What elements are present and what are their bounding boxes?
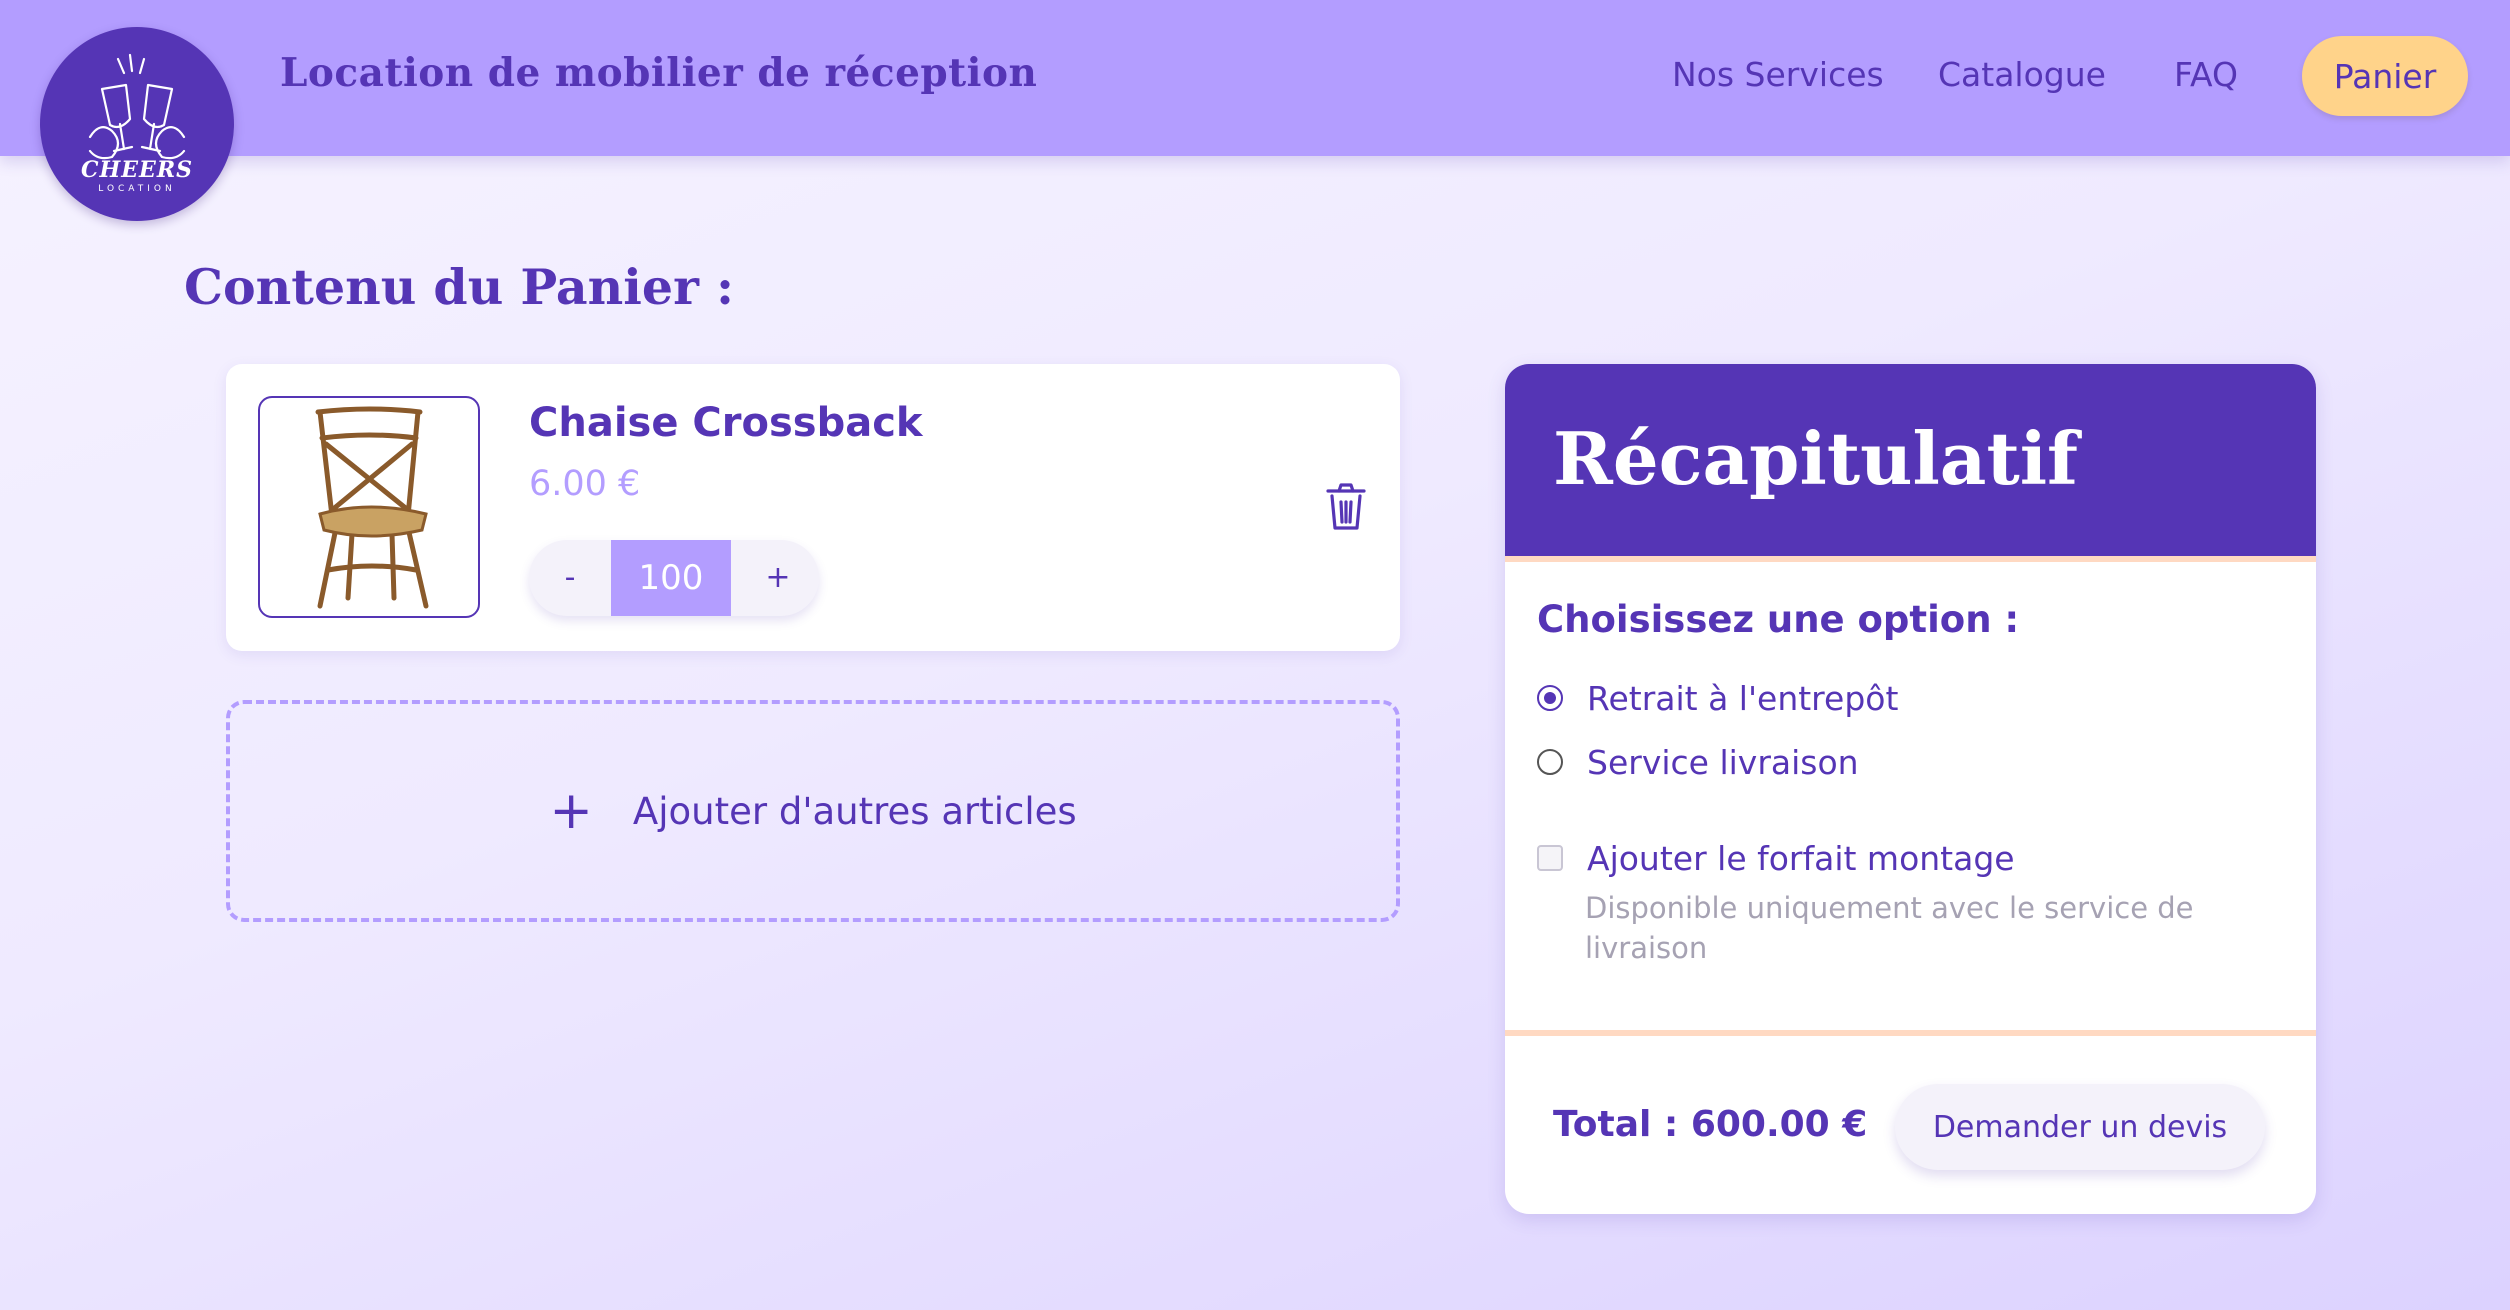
- summary-header: Récapitulatif: [1505, 364, 2316, 556]
- cart-item-card: Chaise Crossback 6.00 € - 100 +: [226, 364, 1400, 651]
- assembly-label: Ajouter le forfait montage: [1587, 838, 2015, 878]
- nav-faq-link[interactable]: FAQ: [2174, 55, 2238, 94]
- quantity-stepper: - 100 +: [529, 540, 819, 616]
- add-more-label: Ajouter d'autres articles: [632, 789, 1077, 833]
- summary-divider-bottom: [1505, 1030, 2316, 1036]
- cheers-logo[interactable]: CHEERS LOCATION: [40, 27, 234, 221]
- increase-quantity-button[interactable]: +: [737, 540, 819, 616]
- site-title: Location de mobilier de réception: [280, 50, 1038, 96]
- nav-services-link[interactable]: Nos Services: [1672, 55, 1884, 94]
- pickup-radio[interactable]: [1537, 685, 1563, 711]
- plus-icon: +: [549, 781, 593, 841]
- delivery-radio[interactable]: [1537, 749, 1563, 775]
- assembly-checkbox[interactable]: [1537, 845, 1563, 871]
- delivery-label: Service livraison: [1587, 742, 1859, 782]
- option-title: Choisissez une option :: [1537, 598, 2020, 641]
- item-thumbnail[interactable]: [258, 396, 480, 618]
- item-name: Chaise Crossback: [529, 400, 923, 446]
- trash-icon[interactable]: [1324, 482, 1368, 532]
- summary-panel: Récapitulatif Choisissez une option : Re…: [1505, 364, 2316, 1214]
- nav-catalogue-link[interactable]: Catalogue: [1938, 55, 2106, 94]
- order-total: Total : 600.00 €: [1553, 1104, 1868, 1145]
- chair-image: [315, 406, 429, 609]
- assembly-option[interactable]: Ajouter le forfait montage: [1537, 838, 2015, 878]
- logo-subtitle: LOCATION: [98, 184, 176, 194]
- logo-wordmark: CHEERS: [80, 157, 193, 183]
- cart-button[interactable]: Panier: [2302, 36, 2468, 116]
- cart-section-title: Contenu du Panier :: [184, 258, 735, 316]
- decrease-quantity-button[interactable]: -: [529, 540, 611, 616]
- quantity-value[interactable]: 100: [611, 540, 731, 616]
- request-quote-button[interactable]: Demander un devis: [1895, 1084, 2265, 1170]
- assembly-note: Disponible uniquement avec le service de…: [1585, 891, 2194, 965]
- summary-title: Récapitulatif: [1553, 416, 2079, 501]
- pickup-option[interactable]: Retrait à l'entrepôt: [1537, 678, 1898, 718]
- item-price: 6.00 €: [529, 464, 641, 504]
- top-bar: CHEERS LOCATION Location de mobilier de …: [0, 0, 2510, 221]
- delivery-option[interactable]: Service livraison: [1537, 742, 1859, 782]
- summary-divider-top: [1505, 556, 2316, 562]
- add-more-items-button[interactable]: + Ajouter d'autres articles: [226, 700, 1400, 922]
- pickup-label: Retrait à l'entrepôt: [1587, 678, 1899, 718]
